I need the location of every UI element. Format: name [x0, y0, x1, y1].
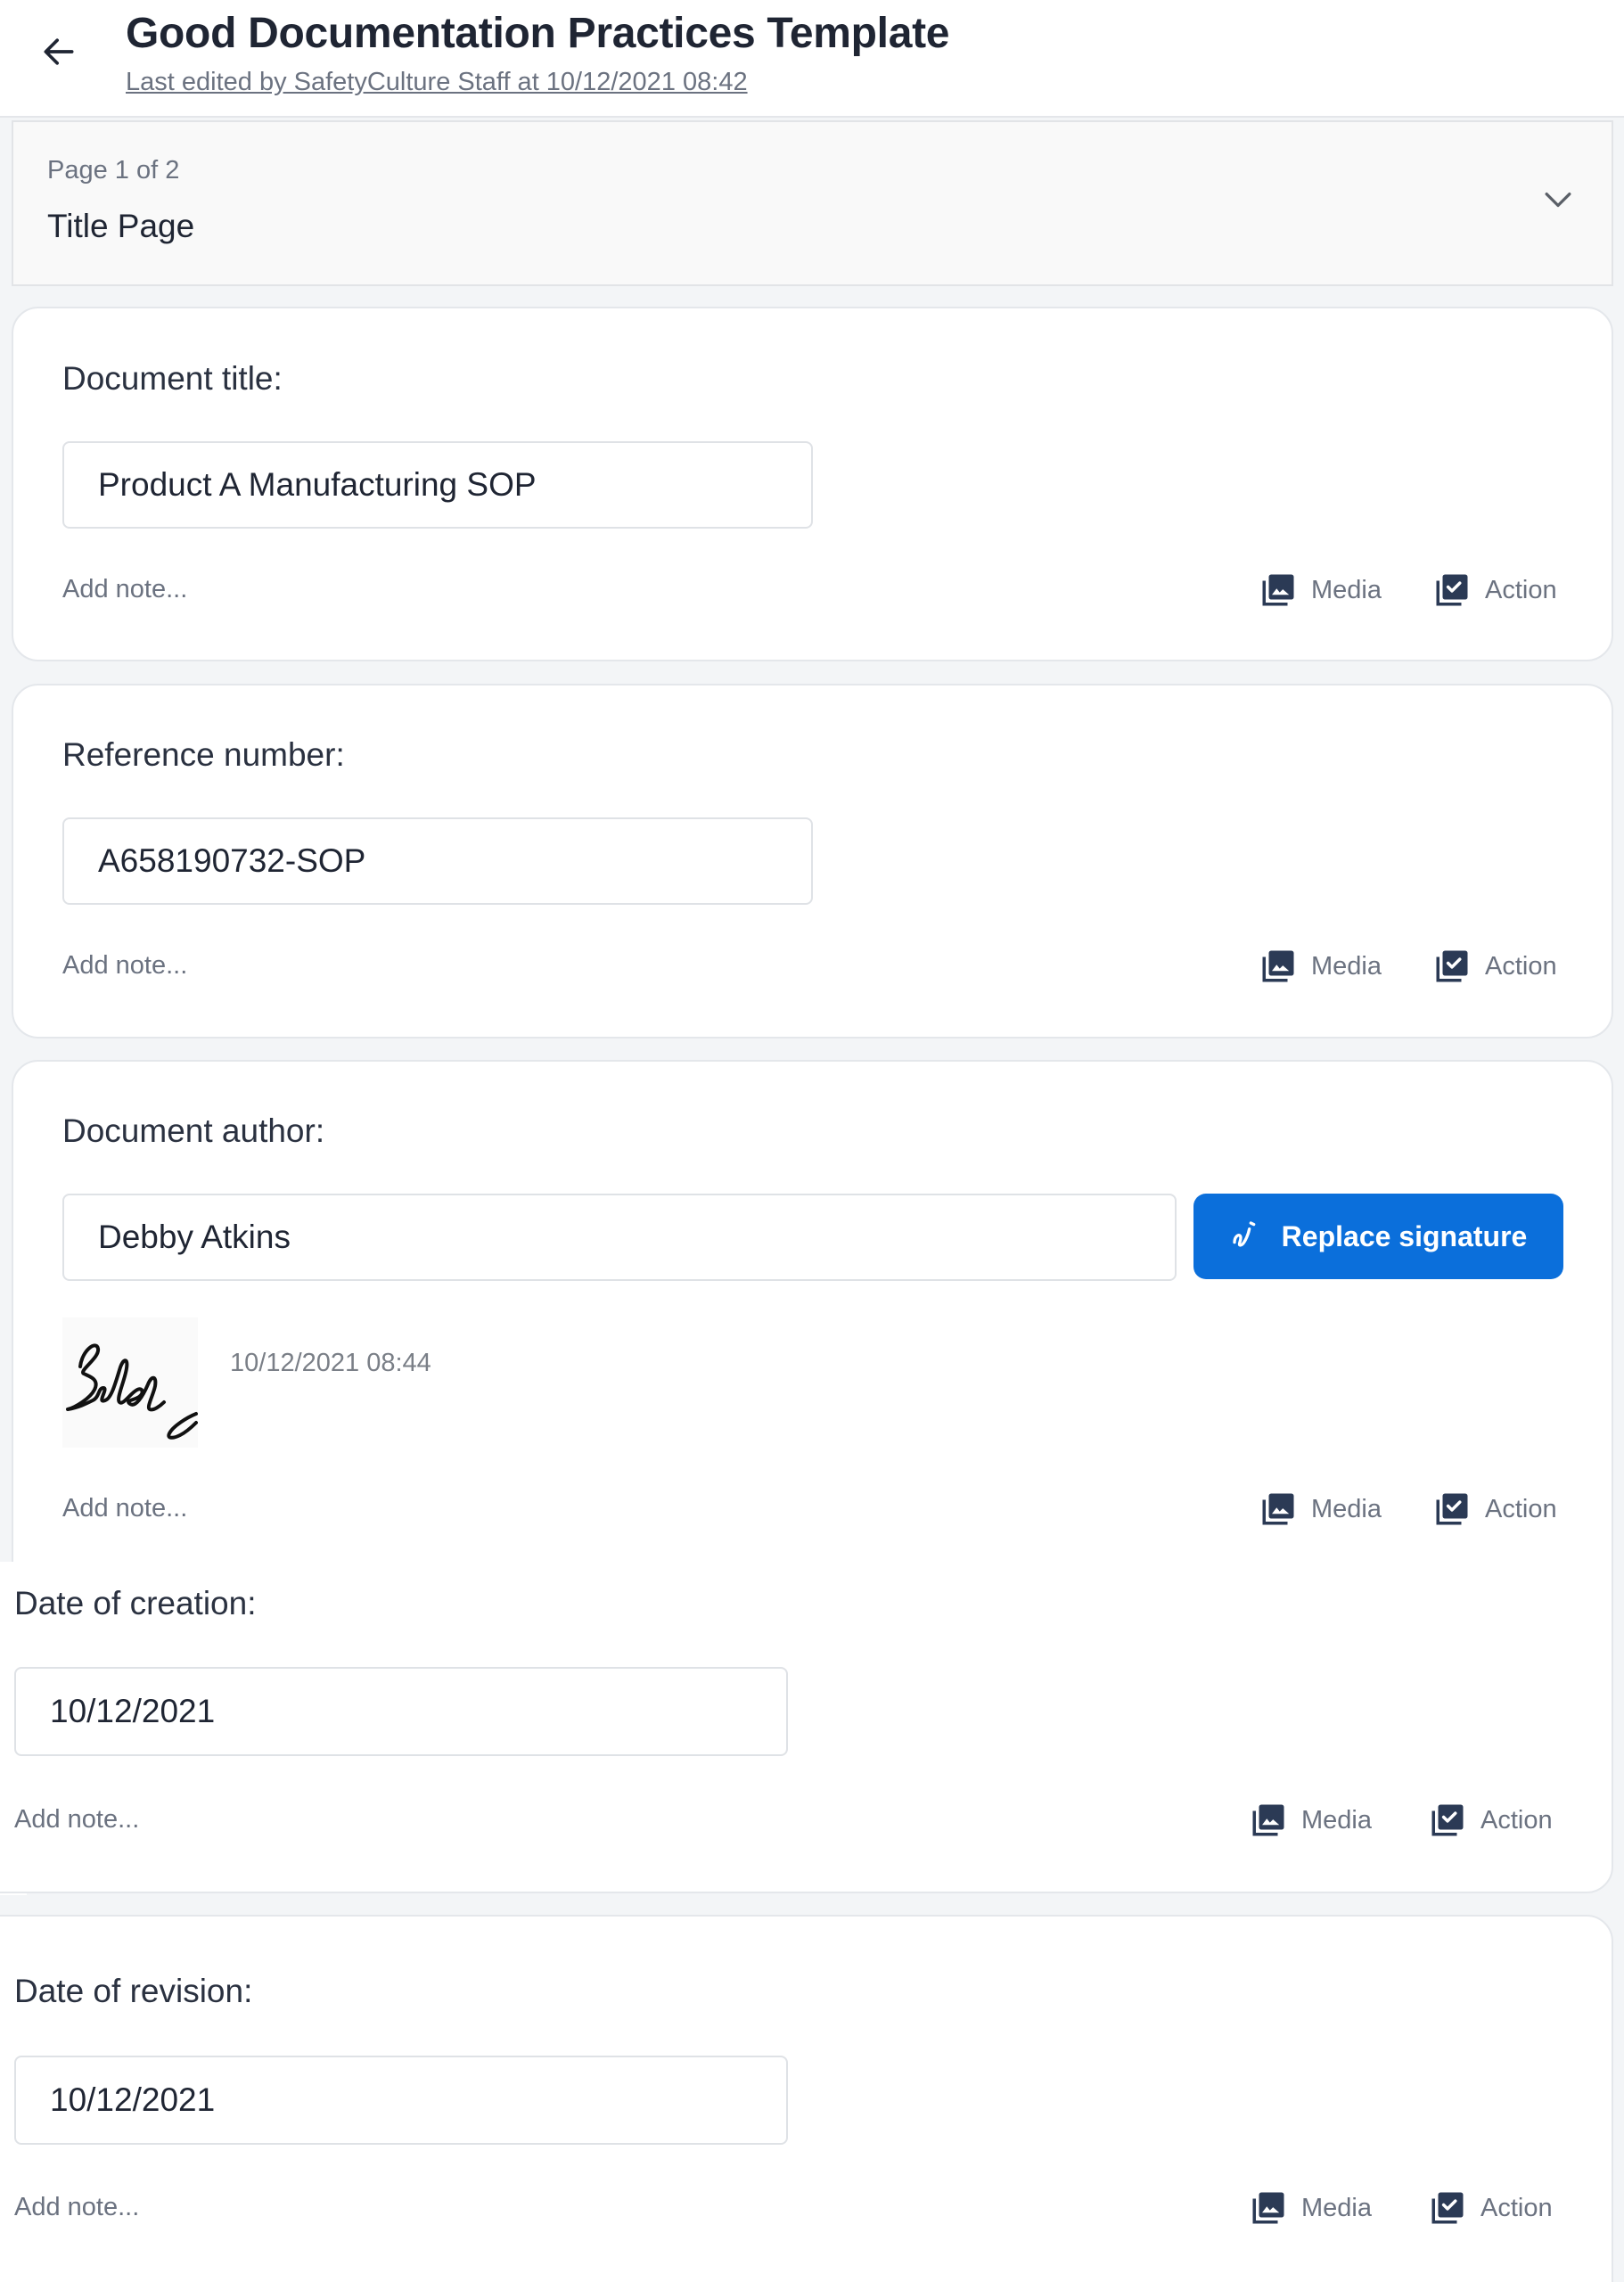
page-count: Page 1 of 2 [47, 156, 180, 185]
media-button[interactable]: Media [1250, 1802, 1372, 1839]
add-note-input[interactable]: Add note... [62, 575, 187, 604]
add-note-input[interactable]: Add note... [14, 2193, 139, 2222]
media-button[interactable]: Media [1259, 948, 1382, 985]
question-card-document-author [12, 1060, 1613, 1893]
action-label: Action [1485, 1494, 1557, 1523]
media-label: Media [1311, 1494, 1382, 1523]
action-checkbox-icon [1436, 1493, 1468, 1525]
action-label: Action [1480, 1805, 1553, 1835]
signature-pen-icon [1233, 1221, 1256, 1247]
action-button[interactable]: Action [1433, 948, 1557, 985]
page-name: Title Page [47, 208, 195, 244]
signature-image[interactable] [62, 1317, 198, 1448]
action-button[interactable]: Action [1433, 571, 1557, 609]
question-label: Date of revision: [14, 1973, 253, 2009]
replace-signature-label: Replace signature [1281, 1219, 1528, 1252]
add-note-input[interactable]: Add note... [14, 1805, 139, 1835]
media-label: Media [1301, 1805, 1372, 1835]
action-label: Action [1485, 951, 1557, 981]
media-label: Media [1311, 575, 1382, 604]
action-checkbox-icon [1431, 2192, 1464, 2224]
signature-timestamp: 10/12/2021 08:44 [230, 1349, 431, 1377]
seam-mask-bottom [0, 1892, 53, 1893]
action-checkbox-icon [1431, 1804, 1464, 1836]
media-button[interactable]: Media [1250, 2189, 1372, 2227]
page-selector[interactable]: Page 1 of 2 Title Page [12, 120, 1613, 286]
action-label: Action [1480, 2193, 1553, 2222]
page-title: Good Documentation Practices Template [126, 10, 950, 57]
last-edited-link[interactable]: Last edited by SafetyCulture Staff at 10… [126, 68, 748, 97]
question-label: Date of creation: [14, 1585, 257, 1621]
date-of-creation-input[interactable]: 10/12/2021 [14, 1667, 788, 1756]
media-icon [1262, 574, 1294, 606]
action-button[interactable]: Action [1429, 1802, 1553, 1839]
arrow-left-icon [44, 38, 74, 65]
add-note-input[interactable]: Add note... [62, 1494, 187, 1523]
question-label: Reference number: [62, 736, 345, 773]
back-button[interactable] [34, 27, 84, 77]
media-icon [1252, 1804, 1284, 1836]
media-label: Media [1301, 2193, 1372, 2222]
date-of-revision-input[interactable]: 10/12/2021 [14, 2056, 788, 2145]
add-note-input[interactable]: Add note... [62, 951, 187, 981]
document-title-input[interactable]: Product A Manufacturing SOP [62, 441, 813, 529]
reference-number-input[interactable]: A658190732-SOP [62, 817, 813, 905]
question-label: Document title: [62, 360, 283, 397]
action-label: Action [1485, 575, 1557, 604]
replace-signature-button[interactable]: Replace signature [1193, 1194, 1563, 1279]
document-author-input[interactable]: Debby Atkins [62, 1194, 1177, 1281]
question-label: Document author: [62, 1112, 325, 1149]
action-checkbox-icon [1436, 574, 1468, 606]
action-button[interactable]: Action [1429, 2189, 1553, 2227]
signature-scribble [66, 1343, 198, 1440]
media-button[interactable]: Media [1259, 571, 1382, 609]
chevron-down-icon [1545, 193, 1571, 208]
media-icon [1262, 950, 1294, 982]
media-button[interactable]: Media [1259, 1490, 1382, 1528]
action-checkbox-icon [1436, 950, 1468, 982]
action-button[interactable]: Action [1433, 1490, 1557, 1528]
media-icon [1252, 2192, 1284, 2224]
header-bar: Good Documentation Practices Template La… [0, 0, 1624, 118]
media-label: Media [1311, 951, 1382, 981]
media-icon [1262, 1493, 1294, 1525]
